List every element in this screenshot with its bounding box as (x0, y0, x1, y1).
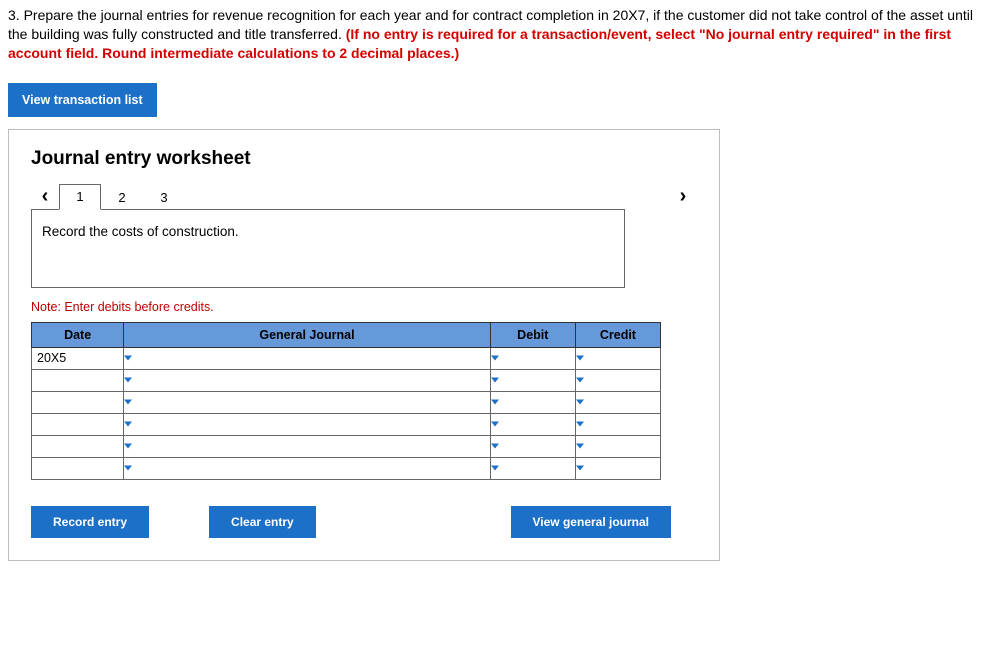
tabs-row: ‹ 1 2 3 › (31, 184, 697, 210)
header-credit: Credit (575, 322, 660, 347)
debit-cell[interactable] (490, 391, 575, 413)
account-cell[interactable] (124, 391, 491, 413)
view-transaction-list-button[interactable]: View transaction list (8, 83, 157, 117)
tab-1[interactable]: 1 (59, 184, 101, 210)
record-entry-button[interactable]: Record entry (31, 506, 149, 538)
debit-cell[interactable] (490, 347, 575, 369)
date-cell[interactable] (32, 369, 124, 391)
button-row: Record entry Clear entry View general jo… (31, 506, 671, 538)
table-row (32, 457, 661, 479)
account-cell[interactable] (124, 413, 491, 435)
table-row (32, 435, 661, 457)
debit-cell[interactable] (490, 413, 575, 435)
table-row: 20X5 (32, 347, 661, 369)
instruction-panel: Record the costs of construction. (31, 209, 625, 288)
header-debit: Debit (490, 322, 575, 347)
credit-cell[interactable] (575, 413, 660, 435)
journal-entry-worksheet: Journal entry worksheet ‹ 1 2 3 › Record… (8, 129, 720, 561)
chevron-right-icon[interactable]: › (669, 185, 697, 208)
table-row (32, 369, 661, 391)
tab-3[interactable]: 3 (143, 184, 185, 210)
chevron-left-icon[interactable]: ‹ (31, 185, 59, 208)
credit-cell[interactable] (575, 457, 660, 479)
date-cell[interactable] (32, 457, 124, 479)
credit-cell[interactable] (575, 435, 660, 457)
account-cell[interactable] (124, 369, 491, 391)
credit-cell[interactable] (575, 391, 660, 413)
date-cell[interactable] (32, 391, 124, 413)
account-cell[interactable] (124, 457, 491, 479)
table-row (32, 391, 661, 413)
header-date: Date (32, 322, 124, 347)
clear-entry-button[interactable]: Clear entry (209, 506, 316, 538)
tab-2[interactable]: 2 (101, 184, 143, 210)
date-cell[interactable] (32, 413, 124, 435)
view-general-journal-button[interactable]: View general journal (511, 506, 671, 538)
date-cell[interactable] (32, 435, 124, 457)
table-row (32, 413, 661, 435)
account-cell[interactable] (124, 435, 491, 457)
question-text: 3. Prepare the journal entries for reven… (8, 6, 973, 63)
header-general-journal: General Journal (124, 322, 491, 347)
instruction-text: Record the costs of construction. (42, 224, 239, 239)
debit-cell[interactable] (490, 457, 575, 479)
account-cell[interactable] (124, 347, 491, 369)
date-cell[interactable]: 20X5 (32, 347, 124, 369)
debits-before-credits-note: Note: Enter debits before credits. (31, 300, 697, 314)
debit-cell[interactable] (490, 435, 575, 457)
journal-entry-table: Date General Journal Debit Credit 20X5 (31, 322, 661, 480)
credit-cell[interactable] (575, 347, 660, 369)
credit-cell[interactable] (575, 369, 660, 391)
debit-cell[interactable] (490, 369, 575, 391)
worksheet-title: Journal entry worksheet (31, 148, 697, 170)
